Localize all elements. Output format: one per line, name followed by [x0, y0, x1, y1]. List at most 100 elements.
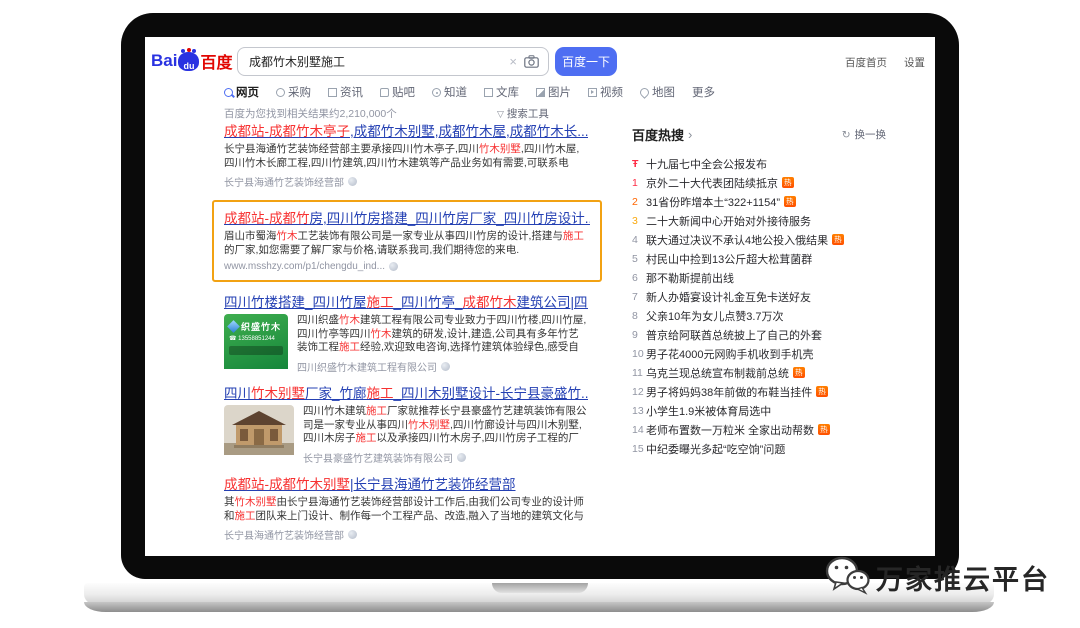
tab-视频[interactable]: 视频 [588, 84, 623, 100]
result-title-link[interactable]: 四川竹木别墅厂家_竹廊施工_四川木别墅设计-长宁县豪盛竹... [224, 385, 588, 402]
title-text: ,成都竹木别墅,成都竹木屋,成都竹木长... [350, 124, 588, 139]
hot-search-item[interactable]: 5村民山中捡到13公斤超大松茸菌群 [632, 249, 886, 268]
watermark: 万家推云平台 [824, 554, 1050, 601]
highlighted-term: 施工 [356, 432, 377, 444]
hot-search-item[interactable]: 14老师布置数一万粒米 全家出动帮数热 [632, 420, 886, 439]
pic-icon [536, 88, 545, 97]
logo-zh: 百度 [200, 49, 232, 73]
hot-item-text: 那不勒斯提前出线 [646, 270, 734, 286]
hot-search-title[interactable]: 百度热搜 [632, 125, 684, 144]
result-text-wrap: 四川竹木建筑施工厂家就推荐长宁县豪盛竹艺建筑装饰有限公司是一家专业从事四川竹木别… [303, 405, 588, 465]
thumb-brand: 织盛竹木 [241, 320, 281, 333]
search-result: 成都站-成都竹房,四川竹房搭建_四川竹房厂家_四川竹房设计...眉山市蜀海竹木工… [212, 200, 602, 282]
result-source[interactable]: 长宁县海通竹艺装饰经营部 [224, 527, 588, 542]
result-source[interactable]: 长宁县海通竹艺装饰经营部 [224, 174, 588, 189]
title-text: _四川竹亭_ [394, 295, 463, 310]
hot-search-item[interactable]: 8父亲10年为女儿点赞3.7万次 [632, 306, 886, 325]
house-photo [224, 405, 294, 455]
hot-search-item[interactable]: 12男子将妈妈38年前做的布鞋当挂件热 [632, 382, 886, 401]
hot-item-text: 男子将妈妈38年前做的布鞋当挂件 [646, 384, 812, 400]
highlighted-term: 竹木别墅 [235, 496, 277, 508]
hot-item-text: 联大通过决议不承认4地公投入俄结果 [646, 232, 828, 248]
title-text: 长宁县海通竹艺装饰经营部主要承接四川竹木亭子,四川 [224, 143, 479, 155]
title-text: 四川竹木建筑 [303, 405, 366, 417]
tab-采购[interactable]: 采购 [276, 84, 311, 100]
tab-更多[interactable]: 更多 [692, 84, 715, 100]
result-source[interactable]: 四川织盛竹木建筑工程有限公司 [297, 359, 588, 374]
site-badge-icon [457, 453, 466, 462]
highlighted-term: 施工 [235, 510, 256, 522]
highlighted-term: 施工 [563, 230, 584, 242]
title-text: 工艺装饰有限公司是一家专业从事四川竹房的设计,搭建与 [298, 230, 563, 242]
result-thumbnail[interactable]: 织盛竹木☎ 13558851244 [224, 314, 288, 374]
watermark-brand: 万家推云平台 [876, 558, 1050, 597]
link-settings[interactable]: 设置 [904, 55, 925, 70]
results-list: 成都站-成都竹木亭子,成都竹木别墅,成都竹木屋,成都竹木长... 长宁县海通竹艺装… [224, 123, 588, 542]
hot-search-item[interactable]: 7新人办婚宴设计礼金互免卡送好友 [632, 287, 886, 306]
hot-item-text: 31省份昨增本土“322+1154” [646, 194, 780, 210]
tab-贴吧[interactable]: 贴吧 [380, 84, 415, 100]
hot-rank: 1 [632, 177, 646, 189]
search-input[interactable] [247, 54, 502, 70]
hot-search-item[interactable]: 3二十大新闻中心开始对外接待服务 [632, 211, 886, 230]
highlighted-term: 成都竹木 [463, 295, 517, 310]
hot-search-item[interactable]: 11乌克兰现总统宣布制裁前总统热 [632, 363, 886, 382]
tab-label: 采购 [288, 84, 311, 100]
source-text: 长宁县豪盛竹艺建筑装饰有限公司 [303, 450, 453, 465]
result-title-link[interactable]: 成都站-成都竹木亭子,成都竹木别墅,成都竹木屋,成都竹木长... [224, 123, 588, 140]
hot-item-text: 小学生1.9米被体育局选中 [646, 403, 771, 419]
hot-item-text: 男子花4000元网购手机收到手机壳 [646, 346, 813, 362]
hot-search-item[interactable]: 十九届七中全会公报发布 [632, 154, 886, 173]
hot-search-item[interactable]: 231省份昨增本土“322+1154”热 [632, 192, 886, 211]
title-text: 房,四川竹房搭建_四川竹房厂家_四川竹房设计... [310, 211, 591, 226]
tieba-icon [380, 88, 389, 97]
hot-search-item[interactable]: 1京外二十大代表团陆续抵京热 [632, 173, 886, 192]
refresh-button[interactable]: 换一换 [842, 127, 886, 142]
tab-知道[interactable]: 知道 [432, 84, 467, 100]
highlighted-term: 施工 [367, 386, 394, 401]
wechat-icon [824, 554, 870, 601]
chevron-right-icon[interactable] [688, 127, 692, 142]
tab-地图[interactable]: 地图 [640, 84, 675, 100]
link-baidu-home[interactable]: 百度首页 [845, 55, 887, 70]
source-text: 长宁县海通竹艺装饰经营部 [224, 527, 344, 542]
site-badge-icon [348, 530, 357, 539]
hot-search-item[interactable]: 13小学生1.9米被体育局选中 [632, 401, 886, 420]
search-tools-button[interactable]: 搜索工具 [497, 106, 549, 121]
result-thumbnail[interactable] [224, 405, 294, 465]
site-badge-icon [348, 177, 357, 186]
baidu-logo[interactable]: Bai du 百度 [151, 49, 232, 73]
hot-item-text: 乌克兰现总统宣布制裁前总统 [646, 365, 789, 381]
hot-search-item[interactable]: 10男子花4000元网购手机收到手机壳 [632, 344, 886, 363]
results-count: 百度为您找到相关结果约2,210,000个 [224, 106, 397, 121]
tab-网页[interactable]: 网页 [224, 84, 259, 100]
ask-icon [432, 88, 441, 97]
tab-label: 图片 [548, 84, 571, 100]
hot-search-item[interactable]: 4联大通过决议不承认4地公投入俄结果热 [632, 230, 886, 249]
hot-search-item[interactable]: 15中纪委曝光多起“吃空饷”问题 [632, 439, 886, 458]
result-body: 四川竹木建筑施工厂家就推荐长宁县豪盛竹艺建筑装饰有限公司是一家专业从事四川竹木别… [224, 405, 588, 465]
hot-search-item[interactable]: 6那不勒斯提前出线 [632, 268, 886, 287]
hot-item-text: 新人办婚宴设计礼金互免卡送好友 [646, 289, 811, 305]
camera-icon[interactable] [524, 55, 539, 68]
news-icon [328, 88, 337, 97]
video-icon [588, 88, 597, 97]
title-text: 厂家_竹廊 [305, 386, 367, 401]
result-title-link[interactable]: 四川竹楼搭建_四川竹屋施工_四川竹亭_成都竹木建筑公司|四... [224, 294, 588, 311]
hot-search-panel: 百度热搜 换一换 十九届七中全会公报发布1京外二十大代表团陆续抵京热231省份昨… [632, 125, 886, 458]
tab-资讯[interactable]: 资讯 [328, 84, 363, 100]
logo-bai: Bai [151, 51, 177, 71]
tab-图片[interactable]: 图片 [536, 84, 571, 100]
result-source[interactable]: 长宁县豪盛竹艺建筑装饰有限公司 [303, 450, 588, 465]
result-url[interactable]: www.msshzy.com/p1/chengdu_ind... [224, 261, 590, 272]
result-title-link[interactable]: 成都站-成都竹木别墅|长宁县海通竹艺装饰经营部 [224, 476, 588, 493]
tab-文库[interactable]: 文库 [484, 84, 519, 100]
hot-rank: 13 [632, 405, 646, 417]
clear-icon[interactable]: × [509, 54, 517, 69]
hot-badge: 热 [782, 177, 794, 188]
hot-search-item[interactable]: 9普京给阿联酋总统披上了自己的外套 [632, 325, 886, 344]
result-title-link[interactable]: 成都站-成都竹房,四川竹房搭建_四川竹房厂家_四川竹房设计... [224, 210, 590, 227]
laptop-notch [492, 583, 588, 593]
hot-rank: 11 [632, 367, 646, 379]
search-button[interactable]: 百度一下 [555, 47, 617, 76]
